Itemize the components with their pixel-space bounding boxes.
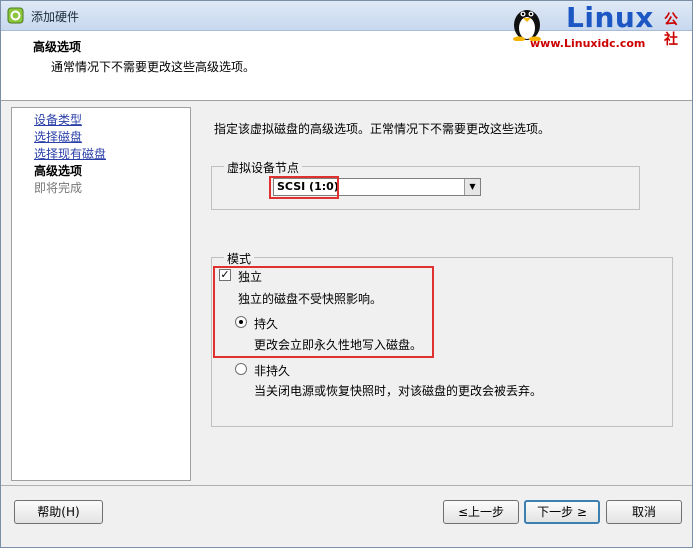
footer-divider <box>1 485 692 486</box>
watermark: Linux 公社 www.Linuxidc.com <box>508 1 688 53</box>
window-title: 添加硬件 <box>31 10 80 24</box>
highlight-box-mode <box>213 266 434 358</box>
highlight-box-select <box>269 176 339 199</box>
help-button[interactable]: 帮助(H) <box>14 500 103 524</box>
step-select-existing-disk[interactable]: 选择现有磁盘 <box>34 146 190 163</box>
add-hardware-window: 添加硬件 高级选项 通常情况下不需要更改这些高级选项。 Linux 公社 www… <box>0 0 693 548</box>
nonpersistent-description: 当关闭电源或恢复快照时，对该磁盘的更改会被丢弃。 <box>254 384 543 398</box>
back-button[interactable]: ≤上一步 <box>443 500 519 524</box>
penguin-icon <box>513 10 541 41</box>
next-button[interactable]: 下一步 ≥ <box>524 500 600 524</box>
nonpersistent-radio[interactable] <box>235 363 247 375</box>
step-device-type[interactable]: 设备类型 <box>34 112 190 129</box>
hardware-icon <box>7 7 24 24</box>
virtual-device-node-label: 虚拟设备节点 <box>224 159 303 176</box>
wizard-steps: 设备类型 选择磁盘 选择现有磁盘 高级选项 即将完成 <box>11 107 191 481</box>
watermark-suffix: 公社 <box>664 12 678 48</box>
step-ready-to-complete: 即将完成 <box>34 181 83 195</box>
step-advanced-options: 高级选项 <box>34 164 83 178</box>
chevron-down-icon[interactable]: ▼ <box>464 179 480 195</box>
watermark-logo: Linux <box>566 1 654 34</box>
watermark-url: www.Linuxidc.com <box>530 37 646 50</box>
mode-label: 模式 <box>224 250 255 267</box>
step-select-disk[interactable]: 选择磁盘 <box>34 129 190 146</box>
main-description: 指定该虚拟磁盘的高级选项。正常情况下不需要更改这些选项。 <box>214 122 551 136</box>
page-subtitle: 通常情况下不需要更改这些高级选项。 <box>51 60 256 74</box>
page-title: 高级选项 <box>33 40 82 54</box>
cancel-button[interactable]: 取消 <box>606 500 682 524</box>
nonpersistent-label[interactable]: 非持久 <box>254 362 290 379</box>
